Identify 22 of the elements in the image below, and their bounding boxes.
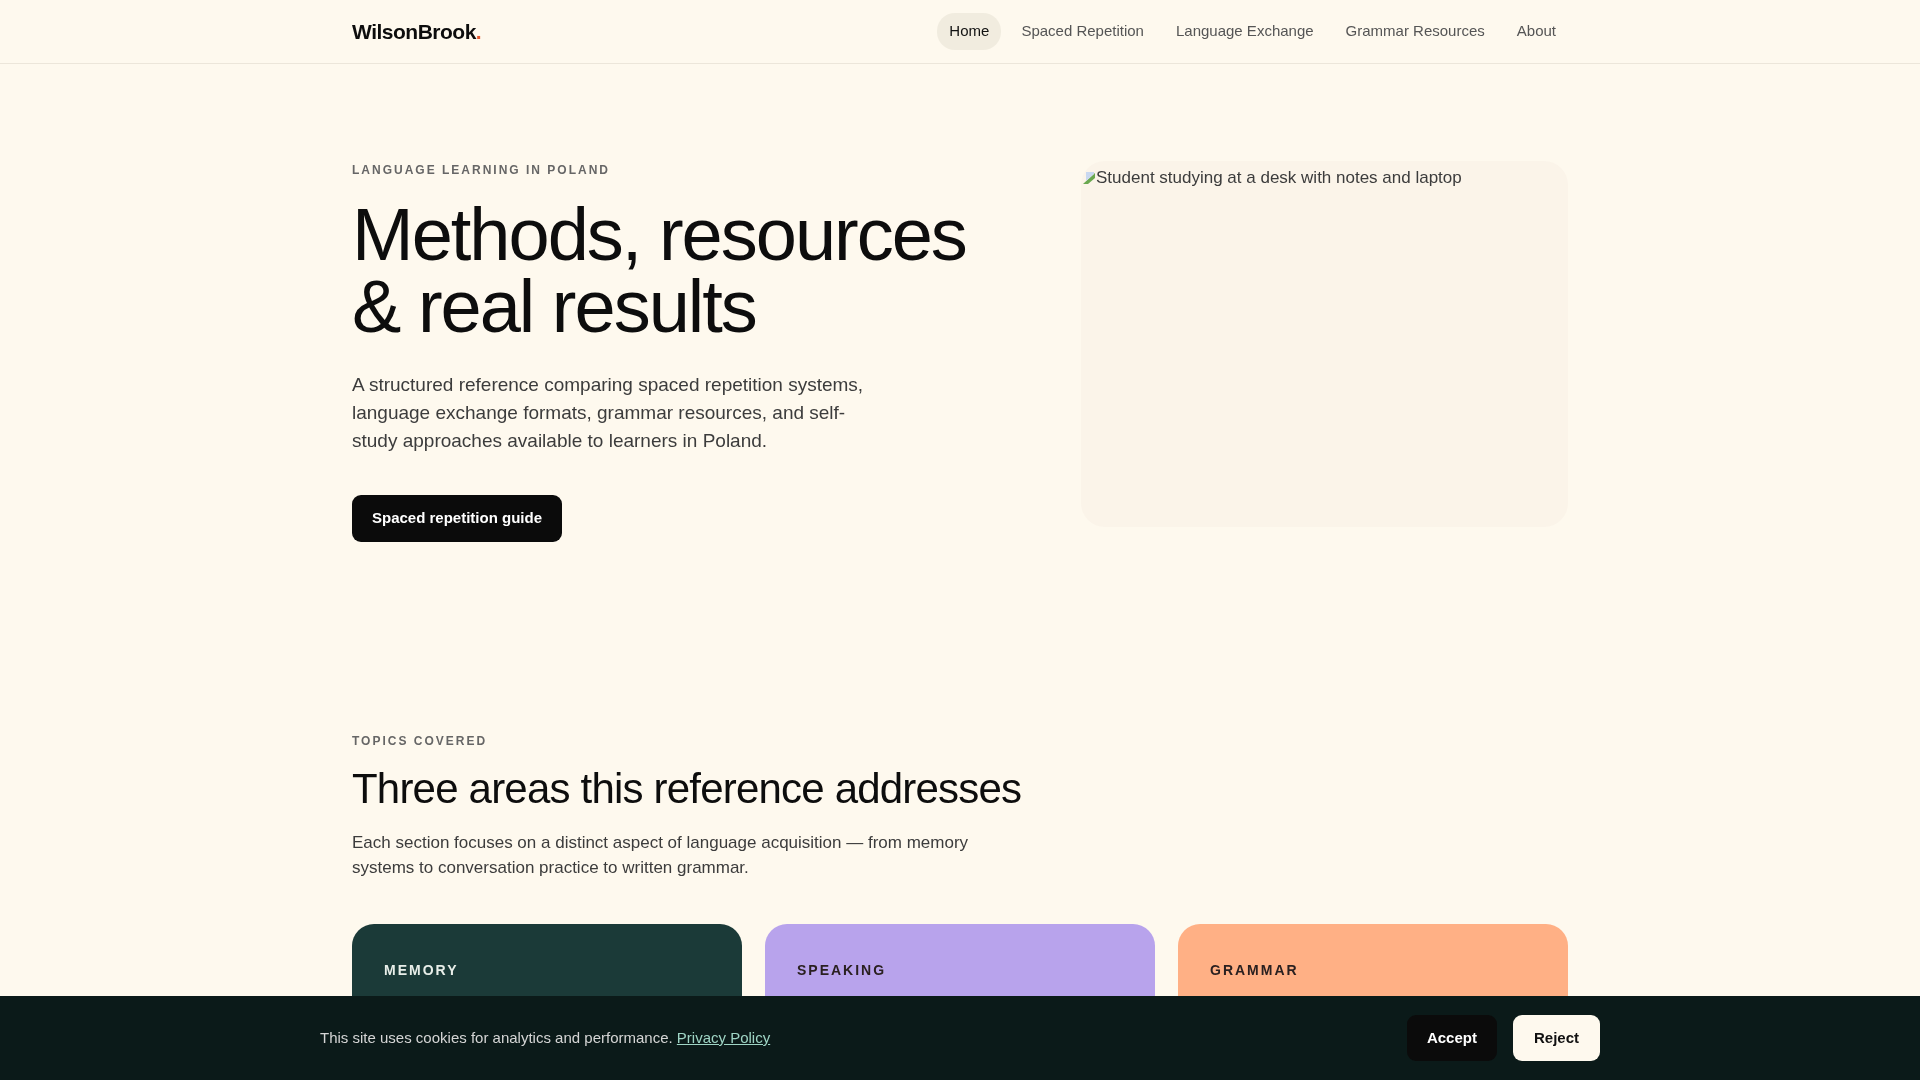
hero-text: A structured reference comparing spaced repetition systems, language exchange formats, grammar resources, and self-study approaches available to learners in Poland. [352, 373, 865, 453]
card-tag: GRAMMAR [1210, 961, 1299, 978]
image-alt-text: Student studying at a desk with notes and laptop [1096, 167, 1462, 189]
card-tag: MEMORY [384, 961, 459, 978]
hero-title: Methods, resources & real results [352, 199, 966, 343]
section-text: Each section focuses on a distinct aspect of language acquisition — from memory systems to conversation practice to written grammar. [352, 831, 970, 879]
nav-link[interactable]: Spaced Repetition [1009, 13, 1156, 50]
privacy-link[interactable]: Privacy Policy [676, 1028, 771, 1046]
nav-link[interactable]: Language Exchange [1163, 13, 1326, 50]
reject-button[interactable]: Reject [1512, 1014, 1600, 1062]
nav-link[interactable]: About [1504, 13, 1568, 50]
nav-link[interactable]: Home [937, 13, 1002, 50]
eyebrow-text: TOPICS COVERED [352, 732, 489, 750]
broken-image-icon [1082, 170, 1096, 185]
brand-logo[interactable]: WilsonBrook. [352, 15, 482, 48]
nav-link[interactable]: Grammar Resources [1333, 13, 1497, 50]
cookie-text: This site uses cookies for analytics and performance. Privacy Policy [320, 1027, 771, 1048]
accept-button[interactable]: Accept [1406, 1014, 1497, 1062]
section-title: Three areas this reference addresses [352, 763, 1023, 814]
eyebrow-text: LANGUAGE LEARNING IN POLAND [352, 162, 611, 179]
card-tag: SPEAKING [797, 961, 887, 978]
guide-button[interactable]: Spaced repetition guide [352, 495, 563, 542]
